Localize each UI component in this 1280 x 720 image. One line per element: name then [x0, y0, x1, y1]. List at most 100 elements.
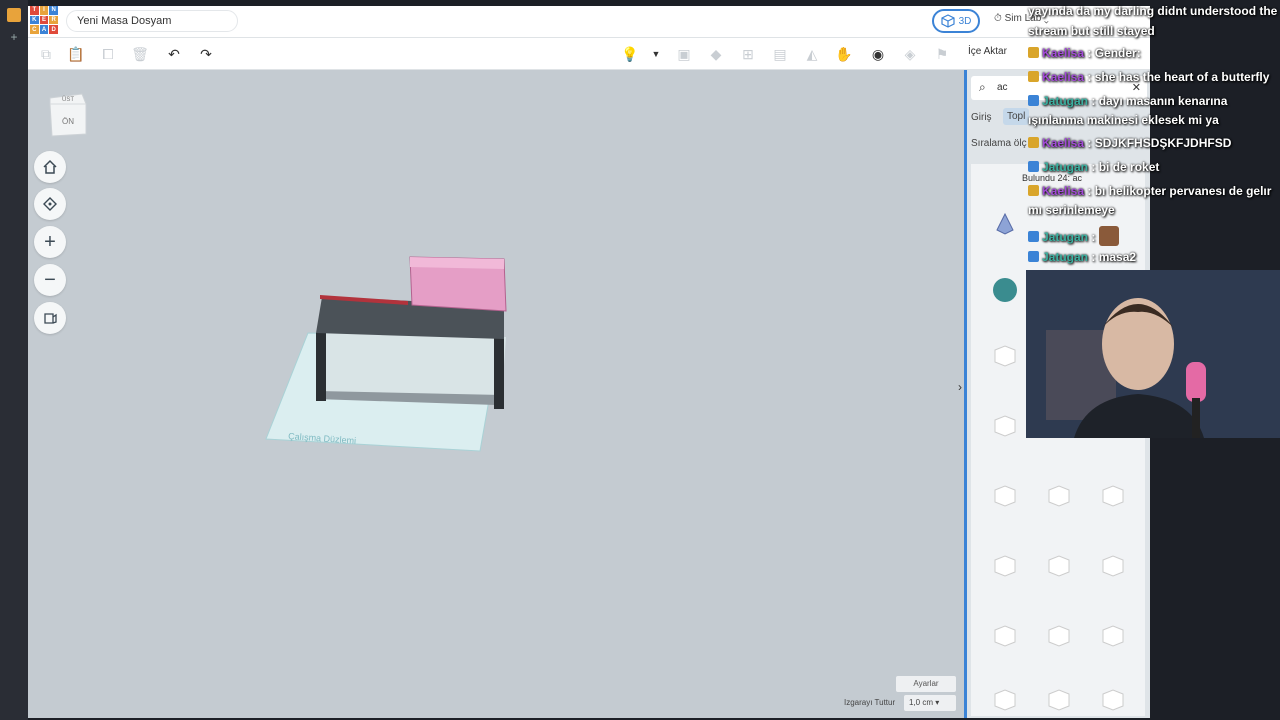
workspace-canvas[interactable]: ÜST ÖN + − Çalışma Düzlemi Ayarlar Izgar… — [28, 70, 962, 718]
search-icon: ⌕ — [979, 80, 986, 94]
home-icon — [43, 159, 57, 174]
settings-button[interactable]: Ayarlar — [896, 676, 956, 692]
box-shape[interactable] — [1099, 552, 1127, 580]
emote-icon — [1098, 226, 1119, 246]
add-icon[interactable]: + — [7, 30, 21, 44]
tinkercad-window: T I N K E R C A D Yeni Masa Dosyam 3D ⏱ … — [28, 6, 1150, 718]
chat-username: Jatugan — [1042, 160, 1089, 174]
box-shape[interactable] — [1045, 686, 1073, 714]
app-icon[interactable] — [7, 8, 21, 22]
zoom-out-button[interactable]: − — [34, 264, 66, 296]
top-bar: T I N K E R C A D Yeni Masa Dosyam 3D ⏱ … — [28, 6, 1150, 38]
chat-line: Jatugan : masa2 — [1028, 250, 1136, 264]
align2-icon[interactable]: ▤ — [770, 44, 790, 64]
box-shape[interactable] — [991, 342, 1019, 370]
chat-username: Kaelisa — [1042, 136, 1085, 150]
cube-icon — [940, 14, 955, 28]
box-shape[interactable] — [991, 482, 1019, 510]
ungroup-icon[interactable]: ◆ — [706, 44, 726, 64]
desk-leg — [316, 333, 326, 401]
box-shape[interactable] — [1099, 686, 1127, 714]
chat-line: Kaelisa : SDJKFHSDŞKFJDHFSD — [1028, 136, 1231, 150]
box-shape[interactable] — [1099, 622, 1127, 650]
chat-text: : SDJKFHSDŞKFJDHFSD — [1087, 136, 1232, 150]
chat-line: Kaelisa : Gender: — [1028, 46, 1141, 60]
notes-icon[interactable]: ⚑ — [932, 44, 952, 64]
box-shape[interactable] — [991, 622, 1019, 650]
paste-icon[interactable]: 📋 — [66, 44, 86, 64]
chat-text: : masa2 — [1091, 250, 1137, 264]
chat-username: Jatugan — [1042, 250, 1089, 264]
grid-snap-select[interactable]: 1,0 cm ▾ — [904, 695, 956, 711]
mirror-icon[interactable]: ◭ — [802, 44, 822, 64]
plus-icon: + — [44, 230, 56, 253]
filename-field[interactable]: Yeni Masa Dosyam — [66, 10, 238, 32]
chat-username: Kaelisa — [1042, 70, 1085, 84]
group-icon[interactable]: ▣ — [674, 44, 694, 64]
tinkercad-logo[interactable]: T I N K E R C A D — [30, 6, 58, 34]
badge-icon — [1028, 47, 1039, 58]
chat-line: mı serinlemeye — [1028, 203, 1115, 217]
dropdown-icon[interactable]: ▼ — [646, 44, 666, 64]
streamer-face — [1026, 270, 1280, 438]
chat-username: Kaelisa — [1042, 46, 1085, 60]
logo-letter: E — [39, 15, 49, 25]
fit-view-button[interactable] — [34, 188, 66, 220]
chat-username: Kaelisa — [1042, 184, 1085, 198]
align-icon[interactable]: ⊞ — [738, 44, 758, 64]
mode-3d-button[interactable]: 3D — [932, 9, 980, 33]
import-button[interactable]: İçe Aktar — [968, 46, 1007, 57]
light-bulb-icon[interactable]: 💡 — [620, 44, 640, 64]
chat-line: ışınlanma makinesi eklesek mi ya — [1028, 113, 1219, 127]
viewcube-front-label: ÖN — [62, 117, 74, 126]
stream-chat-overlay: yayında da my darling didnt understood t… — [1026, 0, 1280, 270]
ruler-icon[interactable]: ◉ — [868, 44, 888, 64]
chat-line: Jatugan : — [1028, 226, 1119, 246]
chat-text: : Gender: — [1087, 46, 1141, 60]
desk-under — [316, 333, 506, 395]
view-cube[interactable]: ÜST ÖN — [46, 90, 90, 140]
perspective-button[interactable] — [34, 302, 66, 334]
toolbar: ⧉ 📋 ⧠ 🗑 ↶ ↷ 💡 ▼ ▣ ◆ ⊞ ▤ ◭ ✋ ◉ ◈ ⚑ İçe Ak… — [28, 38, 1150, 70]
chat-line: Kaelisa : she has the heart of a butterf… — [1028, 70, 1269, 84]
badge-icon — [1028, 137, 1039, 148]
box-shape[interactable] — [991, 552, 1019, 580]
logo-letter: N — [49, 6, 58, 15]
zoom-in-button[interactable]: + — [34, 226, 66, 258]
box-shape[interactable] — [1099, 482, 1127, 510]
box-shape[interactable] — [991, 412, 1019, 440]
badge-icon — [1028, 95, 1039, 106]
pen-tool-shape[interactable] — [991, 210, 1019, 238]
flip-icon[interactable]: ◈ — [900, 44, 920, 64]
chat-line: Jatugan : dayı masanın kenarına — [1028, 94, 1227, 108]
box-shape[interactable] — [991, 686, 1019, 714]
logo-letter: C — [30, 25, 39, 34]
sphere-shape[interactable] — [991, 276, 1019, 304]
badge-icon — [1028, 251, 1039, 262]
copy-icon[interactable]: ⧉ — [36, 44, 56, 64]
scene-3d: Çalışma Düzlemi — [265, 256, 507, 452]
chat-text: : dayı masanın kenarına — [1091, 94, 1228, 108]
fit-view-icon — [43, 197, 57, 211]
box-shape[interactable] — [1045, 552, 1073, 580]
desk-leg — [494, 335, 504, 409]
badge-icon — [1028, 185, 1039, 196]
duplicate-icon[interactable]: ⧠ — [98, 44, 118, 64]
box-shape[interactable] — [1045, 622, 1073, 650]
home-view-button[interactable] — [34, 151, 66, 183]
delete-icon[interactable]: 🗑 — [130, 44, 150, 64]
chat-text: : she has the heart of a butterfly — [1087, 70, 1270, 84]
tab-home[interactable]: Giriş — [971, 112, 992, 123]
chat-text: : bi de roket — [1091, 160, 1160, 174]
redo-icon[interactable]: ↷ — [196, 44, 216, 64]
box-shape[interactable] — [1045, 482, 1073, 510]
logo-letter: I — [39, 6, 49, 15]
undo-icon[interactable]: ↶ — [164, 44, 184, 64]
monitor-top — [410, 257, 504, 269]
chat-username: Jatugan — [1042, 230, 1089, 244]
badge-icon — [1028, 71, 1039, 82]
minus-icon: − — [44, 268, 56, 291]
collapse-panel-icon[interactable]: › — [958, 380, 962, 394]
cruise-icon[interactable]: ✋ — [834, 44, 854, 64]
logo-letter: K — [30, 15, 39, 25]
